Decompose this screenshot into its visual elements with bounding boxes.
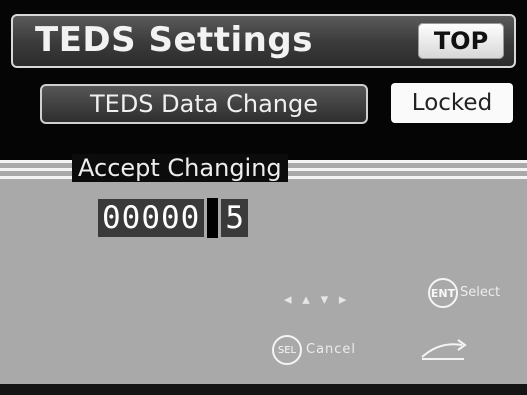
page-title: TEDS Settings (35, 20, 313, 60)
cursor (207, 198, 219, 238)
top-button[interactable]: TOP (418, 23, 504, 59)
teds-data-change-button[interactable]: TEDS Data Change (40, 84, 368, 124)
counter-digits: 00000 (98, 199, 205, 237)
ent-key-icon: ENT (428, 278, 458, 308)
bottom-bar (0, 384, 527, 395)
title-bar: TEDS Settings TOP (11, 14, 516, 68)
arrow-keys-hint: ◂ ▴ ▾ ▸ (284, 290, 350, 308)
return-arrow-icon (421, 339, 467, 360)
accept-changing-label: Accept Changing (72, 154, 288, 182)
sel-key-icon: SEL (272, 335, 302, 365)
sel-hint-text: Cancel (306, 342, 357, 357)
counter-field[interactable]: 00000 5 (98, 198, 248, 238)
ent-hint-text: Select (460, 285, 501, 300)
teds-settings-screen: TEDS Settings TOP TEDS Data Change Locke… (0, 0, 527, 395)
counter-active-digit[interactable]: 5 (221, 199, 248, 237)
lock-status-badge: Locked (391, 83, 513, 123)
